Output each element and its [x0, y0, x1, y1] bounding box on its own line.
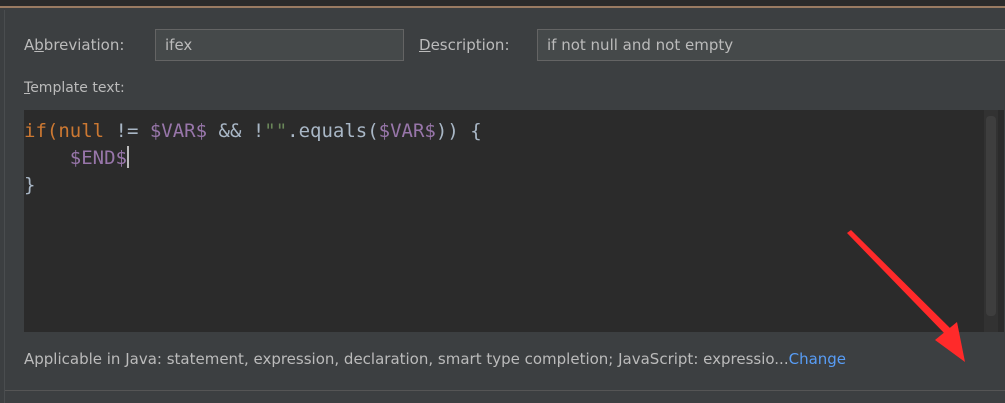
code-var-placeholder-2: $VAR$	[378, 120, 436, 142]
code-neq-operator: !=	[104, 120, 150, 142]
code-if-keyword: if(	[24, 120, 59, 142]
template-text-editor[interactable]: if(null != $VAR$ && !"".equals($VAR$)) {…	[24, 110, 1004, 332]
footer-divider	[5, 390, 1005, 391]
description-label-suffix: escription:	[430, 36, 510, 54]
abbreviation-input[interactable]: ifex	[155, 29, 404, 61]
abbreviation-label-prefix: A	[24, 36, 35, 54]
change-context-link[interactable]: Change	[789, 350, 846, 368]
code-close-paren-brace: )) {	[435, 120, 482, 142]
editor-scrollbar-thumb[interactable]	[986, 116, 996, 316]
template-text-label: Template text:	[24, 80, 125, 96]
code-empty-string: ""	[264, 120, 288, 142]
code-end-placeholder: $END$	[69, 147, 127, 169]
code-line-3: }	[24, 174, 36, 196]
code-null-keyword: null	[58, 120, 105, 142]
code-line-2: $END$	[24, 146, 129, 169]
applicable-context-text: Applicable in Java: statement, expressio…	[24, 350, 789, 368]
code-equals-call: .equals(	[287, 120, 379, 142]
abbreviation-label-mnemonic: b	[34, 36, 44, 54]
abbreviation-label: Abbreviation:	[24, 36, 124, 54]
applicable-context: Applicable in Java: statement, expressio…	[24, 350, 846, 368]
description-label: Description:	[419, 36, 510, 54]
text-caret	[126, 146, 129, 168]
window-top-border	[0, 0, 1005, 8]
template-code: if(null != $VAR$ && !"".equals($VAR$)) {…	[24, 118, 482, 199]
code-var-placeholder-1: $VAR$	[149, 120, 208, 142]
description-label-mnemonic: D	[419, 36, 431, 54]
panel-left-edge	[4, 10, 5, 403]
description-input[interactable]: if not null and not empty	[537, 29, 1005, 61]
editor-vertical-scrollbar[interactable]	[984, 110, 998, 332]
template-text-label-suffix: emplate text:	[30, 80, 125, 96]
abbreviation-label-suffix: breviation:	[43, 36, 125, 54]
code-line-1: if(null != $VAR$ && !"".equals($VAR$)) {	[24, 120, 482, 142]
code-and-operator: && !	[207, 120, 265, 142]
